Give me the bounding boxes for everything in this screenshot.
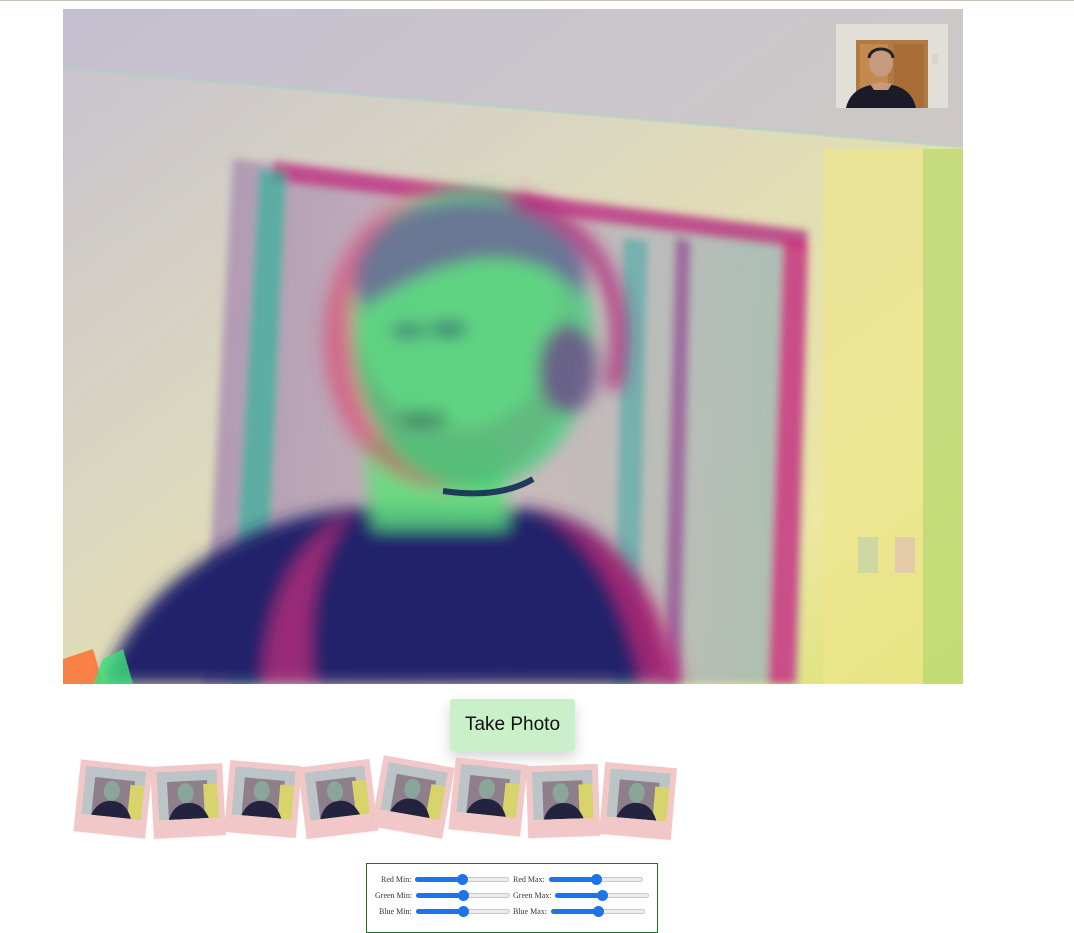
blue-min-slider[interactable]	[415, 904, 510, 918]
green-max-fill	[555, 893, 603, 898]
photo-image	[531, 769, 594, 821]
photo-image	[380, 762, 448, 820]
blue-max-control: Blue Max:	[513, 904, 645, 918]
red-controls-row: Red Min: Red Max:	[367, 872, 659, 886]
photo-thumbnail[interactable]	[598, 761, 678, 841]
color-controls-panel: Red Min: Red Max: Green Min: Green Max: …	[366, 863, 658, 933]
blue-max-label: Blue Max:	[513, 906, 547, 916]
blue-max-fill	[551, 909, 598, 914]
photo-strip	[0, 755, 700, 850]
blue-max-thumb[interactable]	[593, 906, 604, 917]
red-min-thumb[interactable]	[457, 874, 469, 885]
camera-preview-frame	[836, 24, 948, 108]
take-photo-button[interactable]: Take Photo	[450, 699, 575, 751]
photo-image	[231, 766, 296, 820]
green-min-label: Green Min:	[375, 890, 413, 900]
red-max-thumb[interactable]	[590, 874, 602, 885]
red-min-label: Red Min:	[381, 874, 412, 884]
red-min-slider[interactable]	[415, 872, 510, 886]
photo-thumbnail[interactable]	[150, 763, 226, 839]
green-min-fill	[416, 893, 464, 898]
photo-image	[156, 769, 219, 821]
red-min-fill	[415, 877, 463, 882]
green-max-slider[interactable]	[555, 888, 650, 902]
photo-image	[304, 765, 370, 821]
green-max-thumb[interactable]	[597, 890, 609, 901]
blue-min-label: Blue Min:	[379, 906, 412, 916]
photo-thumbnail[interactable]	[371, 755, 455, 839]
top-divider	[0, 0, 1074, 1]
photo-image	[456, 764, 521, 819]
green-min-thumb[interactable]	[458, 890, 470, 901]
red-max-control: Red Max:	[513, 872, 643, 886]
photo-thumbnail[interactable]	[223, 759, 303, 839]
red-max-fill	[548, 877, 596, 882]
blue-min-thumb[interactable]	[457, 906, 469, 917]
green-controls-row: Green Min: Green Max:	[367, 888, 659, 902]
photo-image	[606, 768, 671, 822]
photo-thumbnail[interactable]	[73, 759, 153, 839]
green-min-slider[interactable]	[416, 888, 511, 902]
live-video-frame	[63, 9, 963, 684]
photo-thumbnail[interactable]	[525, 763, 601, 839]
green-max-label: Green Max:	[513, 890, 552, 900]
green-max-control: Green Max:	[513, 888, 650, 902]
red-min-control: Red Min:	[381, 872, 510, 886]
camera-preview-thumbnail	[836, 24, 948, 108]
blue-min-fill	[415, 909, 463, 914]
live-video-canvas	[63, 9, 963, 684]
photo-thumbnail[interactable]	[448, 757, 528, 837]
blue-max-slider[interactable]	[551, 904, 645, 918]
blue-controls-row: Blue Min: Blue Max:	[367, 904, 659, 918]
blue-min-control: Blue Min:	[379, 904, 510, 918]
red-max-slider[interactable]	[548, 872, 643, 886]
photo-thumbnail[interactable]	[297, 758, 379, 840]
red-max-label: Red Max:	[513, 874, 545, 884]
photo-image	[81, 766, 146, 821]
green-min-control: Green Min:	[375, 888, 511, 902]
